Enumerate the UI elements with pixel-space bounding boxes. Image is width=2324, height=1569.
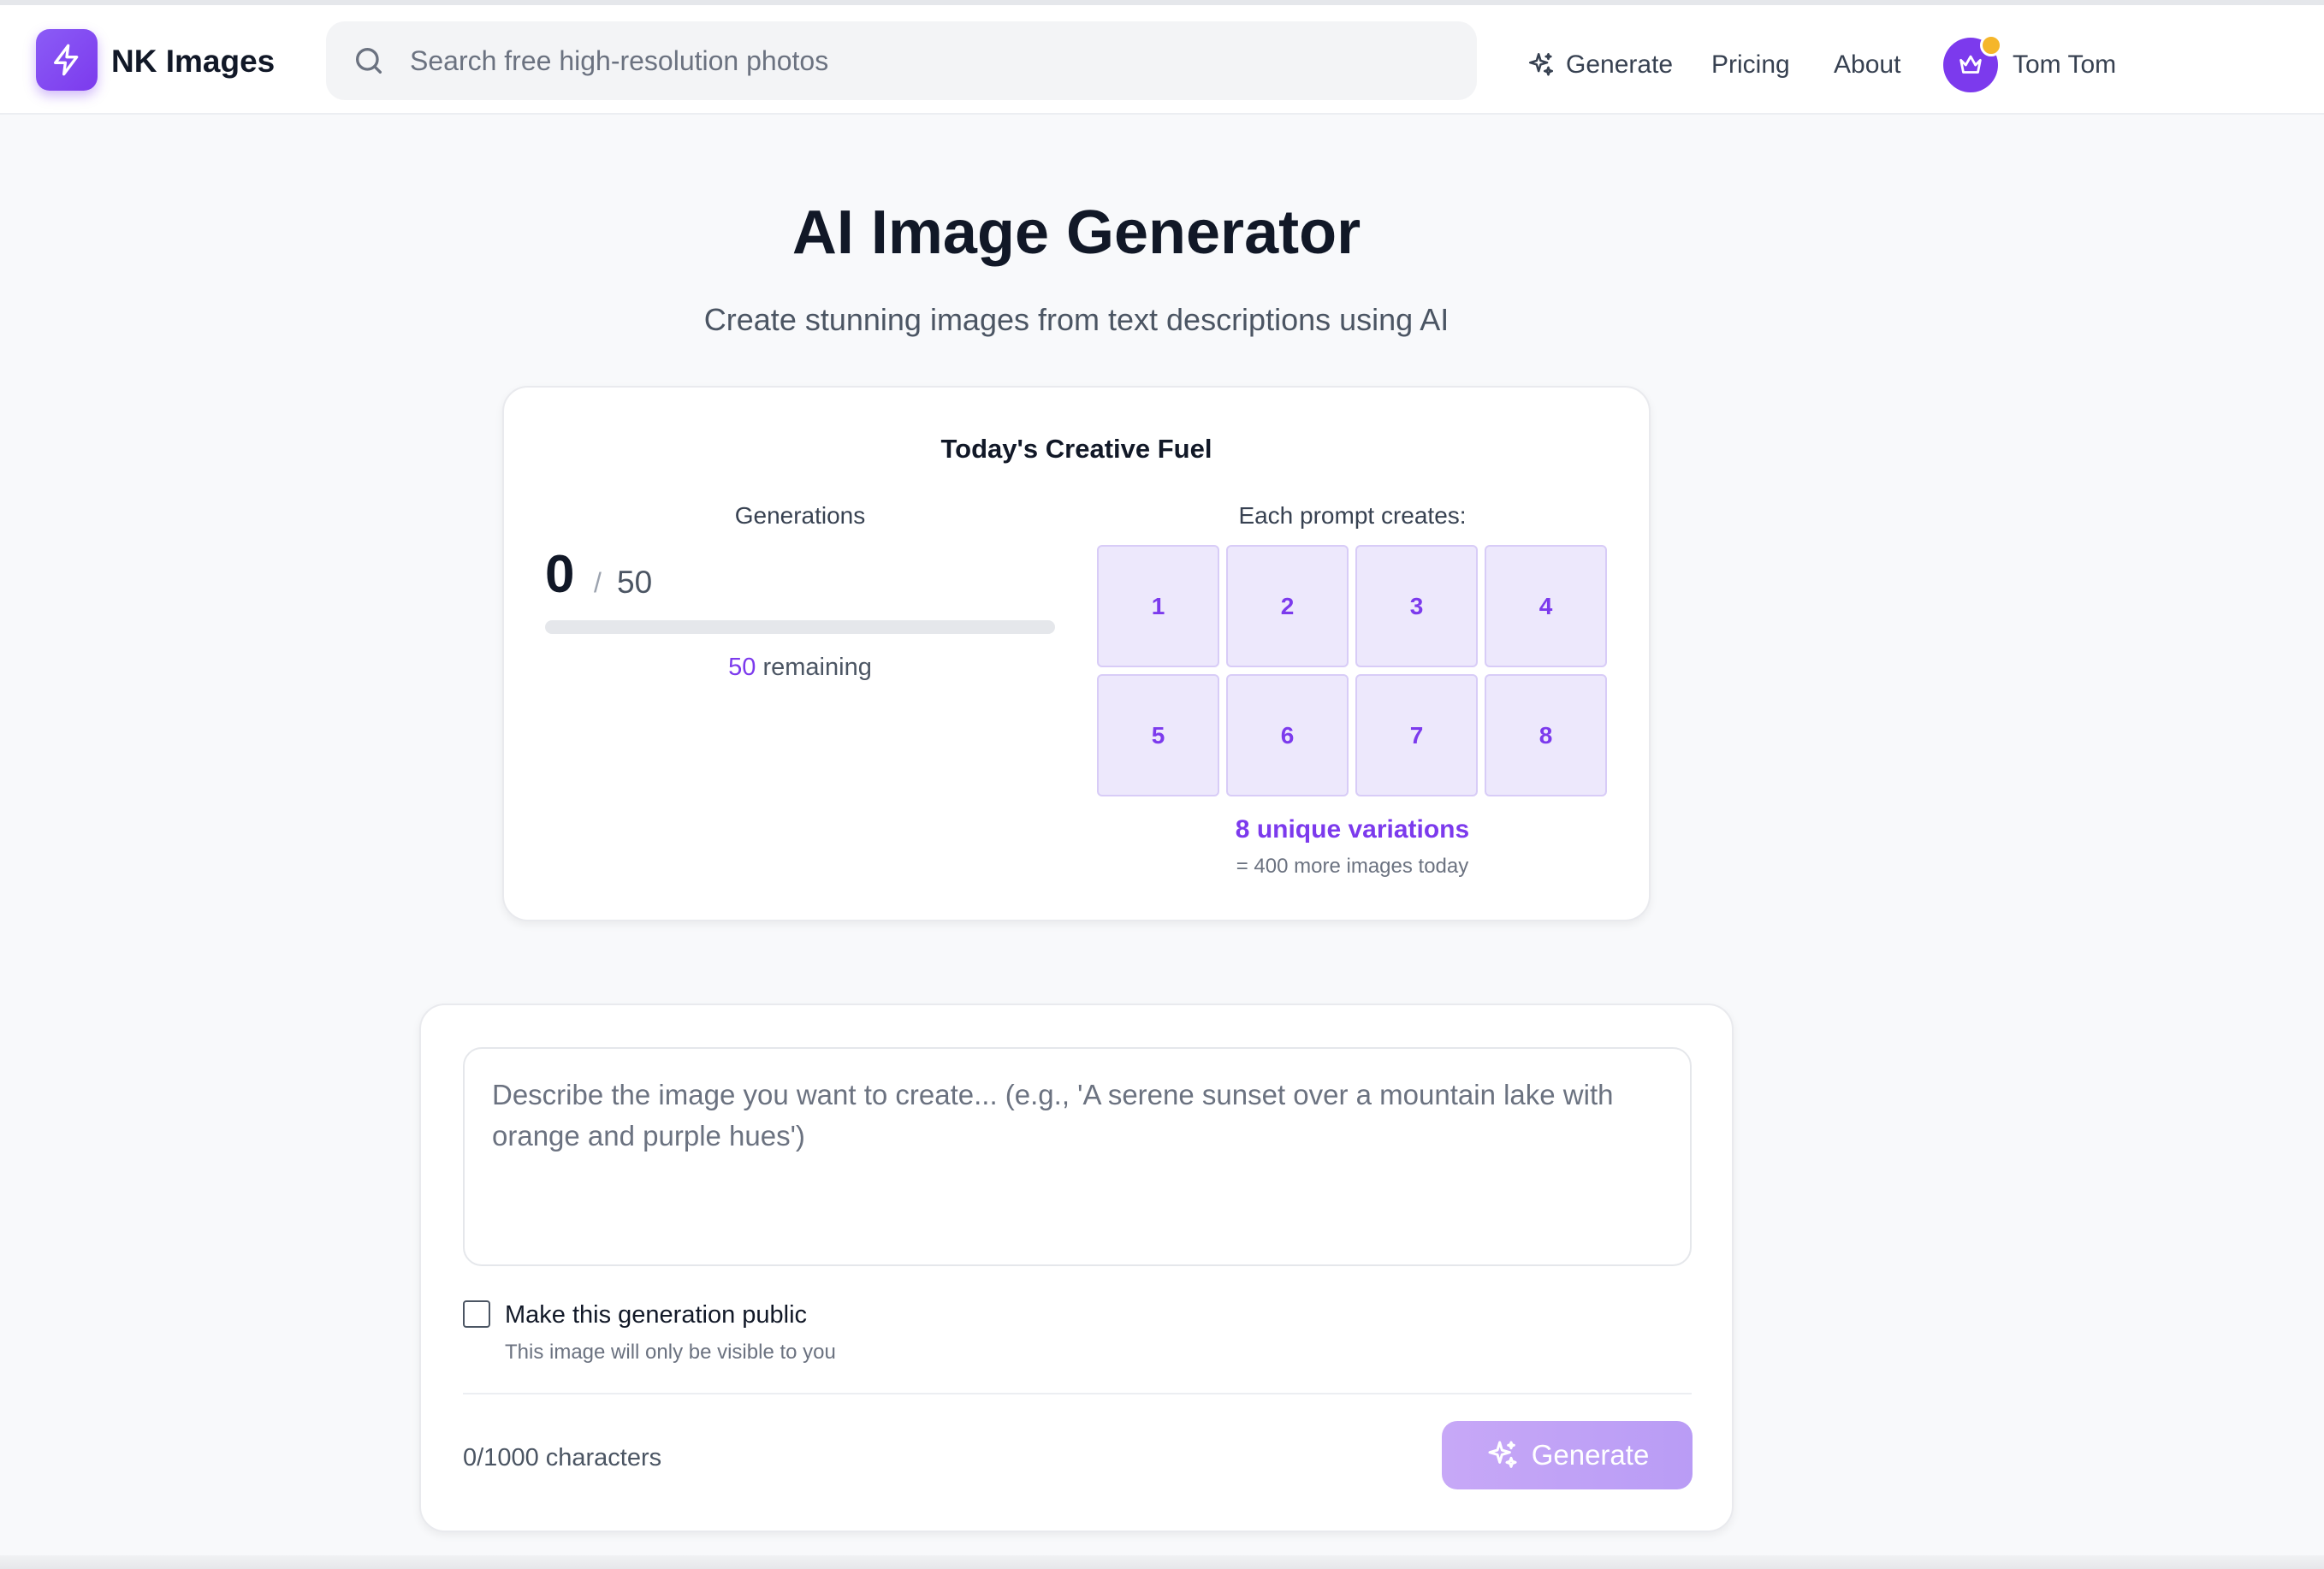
creative-fuel-card: Today's Creative Fuel Generations 0 / 50… bbox=[502, 386, 1651, 921]
variation-tile: 7 bbox=[1355, 674, 1478, 796]
generations-separator: / bbox=[594, 567, 602, 598]
user-name[interactable]: Tom Tom bbox=[2013, 48, 2116, 82]
generations-used: 0 bbox=[545, 545, 575, 604]
generations-label: Generations bbox=[734, 502, 866, 529]
remaining-label: remaining bbox=[762, 654, 872, 681]
prompt-textarea[interactable] bbox=[463, 1047, 1692, 1266]
variation-tile: 5 bbox=[1097, 674, 1219, 796]
page-subtitle: Create stunning images from text descrip… bbox=[703, 302, 1450, 337]
variation-tile: 3 bbox=[1355, 545, 1478, 667]
search-bar[interactable]: Search free high-resolution photos bbox=[326, 21, 1477, 100]
prompt-card: Make this generation public This image w… bbox=[419, 1004, 1734, 1532]
lightning-bolt-icon bbox=[54, 44, 79, 76]
variation-tile: 4 bbox=[1485, 545, 1607, 667]
variation-tile: 2 bbox=[1226, 545, 1349, 667]
logo-mark[interactable] bbox=[36, 29, 98, 91]
nav-pricing-link[interactable]: Pricing bbox=[1711, 48, 1790, 82]
nav-generate-label: Generate bbox=[1566, 50, 1674, 79]
sparkle-icon bbox=[1488, 1441, 1517, 1468]
premium-badge bbox=[1980, 34, 2002, 56]
variation-tile: 6 bbox=[1226, 674, 1349, 796]
brand-name[interactable]: NK Images bbox=[111, 43, 275, 80]
generations-total: 50 bbox=[617, 565, 653, 600]
public-checkbox[interactable] bbox=[463, 1300, 490, 1328]
variations-summary: 8 unique variations bbox=[1235, 815, 1470, 844]
crown-icon bbox=[1959, 55, 1982, 74]
page-title: AI Image Generator bbox=[791, 198, 1361, 267]
variation-tile: 8 bbox=[1485, 674, 1607, 796]
generate-button[interactable]: Generate bbox=[1442, 1421, 1693, 1489]
top-navbar: NK Images Search free high-resolution ph… bbox=[0, 5, 2324, 115]
character-count: 0/1000 characters bbox=[463, 1444, 662, 1471]
each-prompt-label: Each prompt creates: bbox=[1238, 502, 1467, 529]
more-images-note: = 400 more images today bbox=[1236, 855, 1469, 878]
search-input[interactable]: Search free high-resolution photos bbox=[410, 44, 828, 78]
generate-button-label: Generate bbox=[1531, 1439, 1650, 1471]
generations-remaining: 50 remaining bbox=[545, 651, 1055, 684]
public-checkbox-label[interactable]: Make this generation public bbox=[505, 1299, 807, 1331]
public-visibility-hint: This image will only be visible to you bbox=[505, 1341, 836, 1364]
search-icon bbox=[356, 48, 382, 74]
variations-grid: 1 2 3 4 5 6 7 8 bbox=[1097, 545, 1608, 796]
sparkle-icon bbox=[1528, 52, 1554, 76]
variation-tile: 1 bbox=[1097, 545, 1219, 667]
nav-about-link[interactable]: About bbox=[1834, 48, 1900, 82]
fuel-card-title: Today's Creative Fuel bbox=[940, 434, 1212, 464]
bottom-edge bbox=[0, 1555, 2324, 1569]
divider bbox=[463, 1393, 1692, 1394]
nav-generate-link[interactable]: Generate bbox=[1527, 48, 1673, 82]
generations-progress-bar bbox=[545, 620, 1055, 634]
remaining-count: 50 bbox=[728, 654, 756, 681]
